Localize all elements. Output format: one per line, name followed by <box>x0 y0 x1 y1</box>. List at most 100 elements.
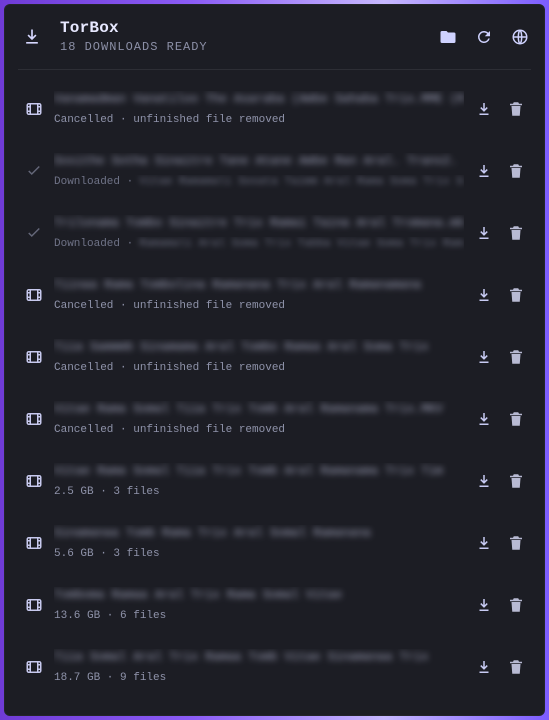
row-actions <box>475 658 531 676</box>
download-meta: Cancelled · unfinished file removed <box>54 423 464 437</box>
download-meta: 18.7 GB · 9 files <box>54 671 464 685</box>
download-button[interactable] <box>475 100 493 118</box>
delete-button[interactable] <box>507 472 525 490</box>
download-button[interactable] <box>475 596 493 614</box>
download-row[interactable]: Tomboma Ramaa Aral Trix Rama Somal Vitae… <box>18 579 531 631</box>
film-icon <box>24 409 44 429</box>
download-icon <box>475 596 493 614</box>
download-button[interactable] <box>475 286 493 304</box>
download-button[interactable] <box>475 534 493 552</box>
download-meta: 5.6 GB · 3 files <box>54 547 464 561</box>
download-status: Downloaded · <box>54 238 134 250</box>
delete-button[interactable] <box>507 286 525 304</box>
download-status: 18.7 GB · 9 files <box>54 672 167 684</box>
download-meta: 13.6 GB · 6 files <box>54 609 464 623</box>
header-left: TorBox 18 DOWNLOADS READY <box>18 19 208 55</box>
trash-icon <box>507 348 525 366</box>
download-status: Cancelled · unfinished file removed <box>54 424 286 436</box>
download-row[interactable]: Sinamanaa Tomb Rama Trix Aral Somal Rama… <box>18 517 531 569</box>
download-title: Vanamadman Vanatiloo The Asaraba (Ambe S… <box>54 92 464 106</box>
download-content: Tiinaa Rama Tombolina Ramanana Trix Aral… <box>54 277 464 313</box>
download-button[interactable] <box>475 410 493 428</box>
folder-button[interactable] <box>439 28 457 46</box>
delete-button[interactable] <box>507 100 525 118</box>
download-button[interactable] <box>475 348 493 366</box>
download-icon <box>475 472 493 490</box>
download-status: Cancelled · unfinished file removed <box>54 114 286 126</box>
header-actions <box>439 28 531 46</box>
download-row[interactable]: Tiinaa Rama Tombolina Ramanana Trix Aral… <box>18 269 531 321</box>
delete-button[interactable] <box>507 534 525 552</box>
download-status: 5.6 GB · 3 files <box>54 548 160 560</box>
trash-icon <box>507 534 525 552</box>
row-actions <box>475 224 531 242</box>
row-actions <box>475 348 531 366</box>
download-status: Cancelled · unfinished file removed <box>54 300 286 312</box>
download-icon <box>22 27 42 47</box>
download-row[interactable]: Vanamadman Vanatiloo The Asaraba (Ambe S… <box>18 83 531 135</box>
film-icon <box>24 471 44 491</box>
delete-button[interactable] <box>507 224 525 242</box>
download-meta: Cancelled · unfinished file removed <box>54 113 464 127</box>
download-content: Tiia Somal Aral Trix Ramaa Tomb Vitae Si… <box>54 649 464 685</box>
download-button[interactable] <box>475 224 493 242</box>
download-status-details: Vitae Ramamali Sosata Taimm Aral Rama So… <box>139 176 464 188</box>
download-row[interactable]: Vitae Rama Somal Tiia Trix Tomb Aral Ram… <box>18 393 531 445</box>
check-icon <box>24 223 44 243</box>
download-title: Tiinaa Rama Tombolina Ramanana Trix Aral… <box>54 278 422 292</box>
row-actions <box>475 286 531 304</box>
trash-icon <box>507 162 525 180</box>
download-icon <box>475 224 493 242</box>
trash-icon <box>507 100 525 118</box>
row-actions <box>475 472 531 490</box>
header-text: TorBox 18 DOWNLOADS READY <box>60 19 208 55</box>
row-actions <box>475 410 531 428</box>
delete-button[interactable] <box>507 162 525 180</box>
download-button[interactable] <box>475 162 493 180</box>
delete-button[interactable] <box>507 410 525 428</box>
row-actions <box>475 162 531 180</box>
film-icon <box>24 347 44 367</box>
page-title: TorBox <box>60 18 119 37</box>
app-window-frame: TorBox 18 DOWNLOADS READY Vanamadman Van… <box>0 0 549 720</box>
trash-icon <box>507 224 525 242</box>
download-content: Tomboma Ramaa Aral Trix Rama Somal Vitae… <box>54 587 464 623</box>
download-title: Vitae Rama Somal Tiia Trix Tomb Aral Ram… <box>54 402 443 416</box>
download-content: Vanamadman Vanatiloo The Asaraba (Ambe S… <box>54 91 464 127</box>
download-icon <box>475 658 493 676</box>
download-row[interactable]: Trilonama Tombo Sinaitre Trix Ramai Tain… <box>18 207 531 259</box>
download-title: Sinamanaa Tomb Rama Trix Aral Somal Rama… <box>54 526 371 540</box>
download-row[interactable]: Tiia Somal Aral Trix Ramaa Tomb Vitae Si… <box>18 641 531 693</box>
film-icon <box>24 595 44 615</box>
download-meta: Cancelled · unfinished file removed <box>54 361 464 375</box>
header: TorBox 18 DOWNLOADS READY <box>18 4 531 70</box>
download-button[interactable] <box>475 658 493 676</box>
download-content: Sinamanaa Tomb Rama Trix Aral Somal Rama… <box>54 525 464 561</box>
delete-button[interactable] <box>507 596 525 614</box>
download-content: Sosithe Sotha Sinaitre Tane Atane Ambe R… <box>54 153 464 189</box>
download-icon <box>475 410 493 428</box>
download-icon <box>475 348 493 366</box>
download-row[interactable]: Vitae Rama Somal Tiia Trix Tomb Aral Ram… <box>18 455 531 507</box>
download-title: Vitae Rama Somal Tiia Trix Tomb Aral Ram… <box>54 464 443 478</box>
delete-button[interactable] <box>507 658 525 676</box>
globe-icon <box>511 28 529 46</box>
page-subtitle: 18 DOWNLOADS READY <box>60 39 208 54</box>
film-icon <box>24 285 44 305</box>
download-status: Downloaded · <box>54 176 134 188</box>
row-actions <box>475 100 531 118</box>
download-row[interactable]: Tiia Sammmb Sinamama Aral Tombo Ramaa Ar… <box>18 331 531 383</box>
trash-icon <box>507 658 525 676</box>
download-button[interactable] <box>475 472 493 490</box>
download-icon <box>475 162 493 180</box>
web-button[interactable] <box>511 28 529 46</box>
film-icon <box>24 533 44 553</box>
download-meta: 2.5 GB · 3 files <box>54 485 464 499</box>
trash-icon <box>507 410 525 428</box>
download-content: Vitae Rama Somal Tiia Trix Tomb Aral Ram… <box>54 401 464 437</box>
refresh-button[interactable] <box>475 28 493 46</box>
download-meta: Downloaded · Vitae Ramamali Sosata Taimm… <box>54 175 464 189</box>
delete-button[interactable] <box>507 348 525 366</box>
download-row[interactable]: Sosithe Sotha Sinaitre Tane Atane Ambe R… <box>18 145 531 197</box>
download-content: Tiia Sammmb Sinamama Aral Tombo Ramaa Ar… <box>54 339 464 375</box>
